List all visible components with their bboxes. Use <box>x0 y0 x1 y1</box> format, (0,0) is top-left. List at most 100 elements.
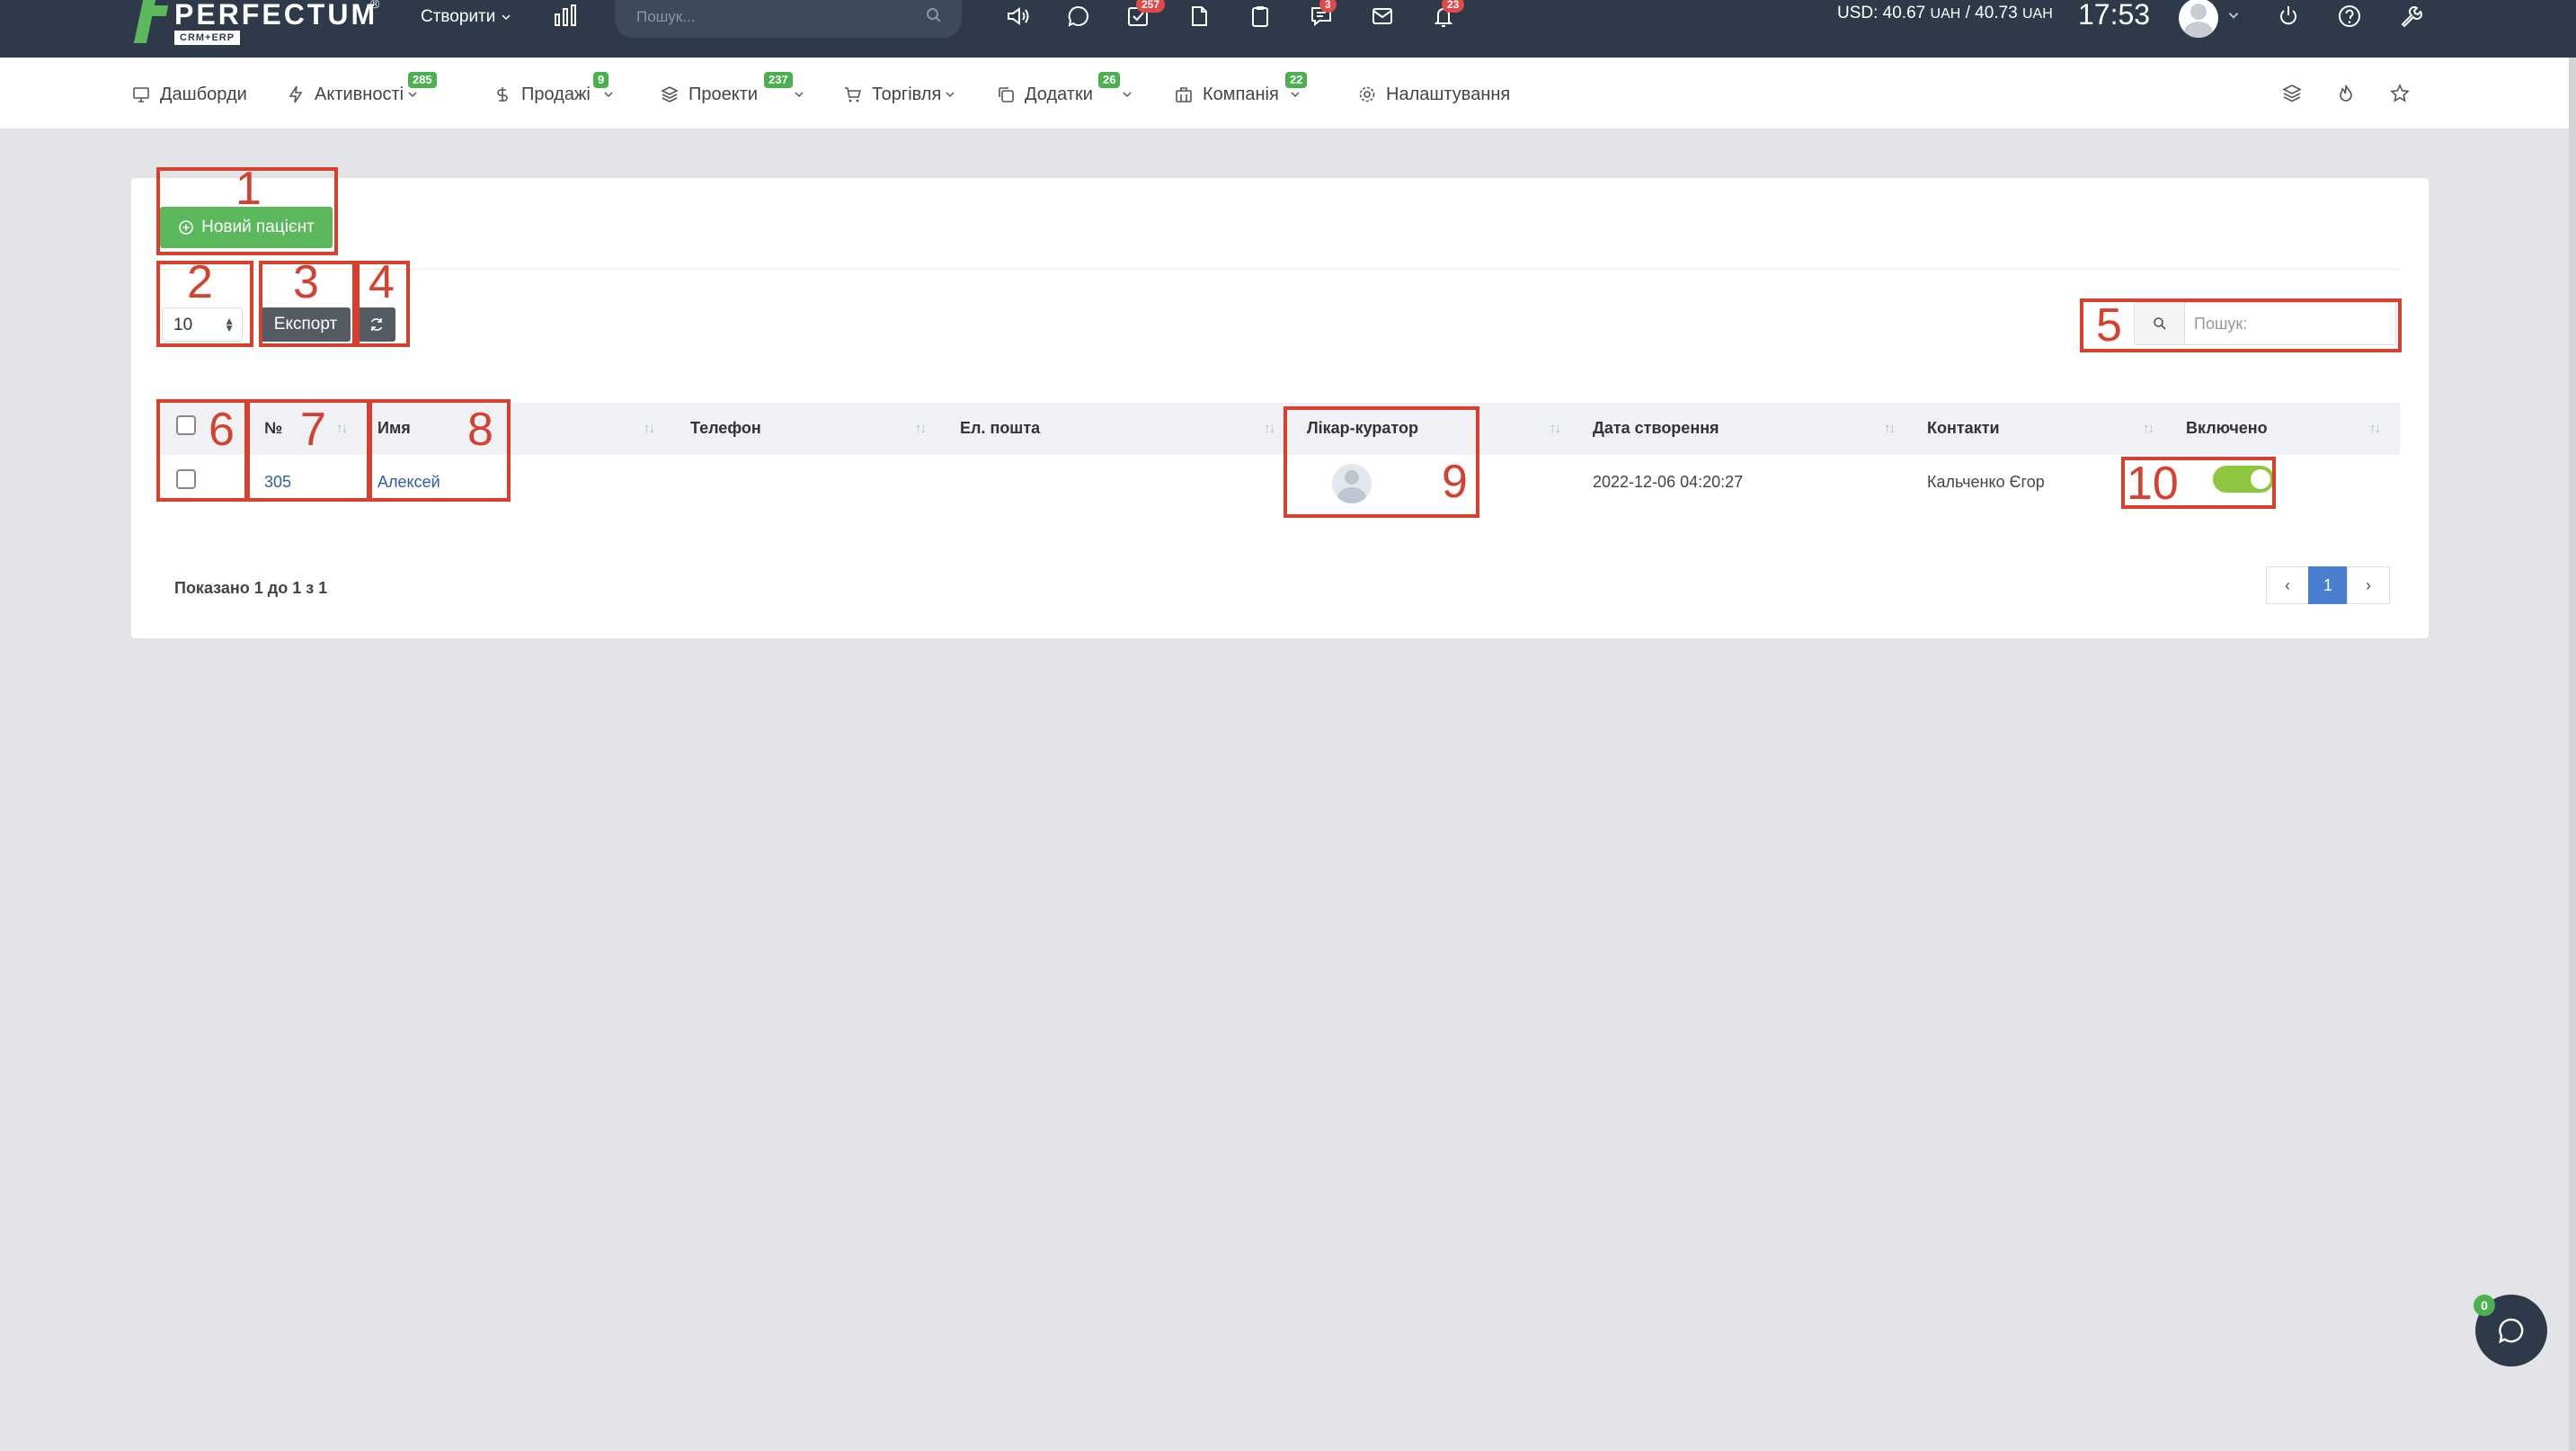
gear-icon <box>1359 86 1375 102</box>
user-avatar[interactable] <box>2179 0 2218 38</box>
table-info: Показано 1 до 1 з 1 <box>174 579 328 597</box>
annotation-number-10: 10 <box>2127 458 2179 510</box>
power-icon[interactable] <box>2274 2 2303 31</box>
stats-icon[interactable] <box>552 2 579 29</box>
rate-currency-2: UAH <box>2021 6 2053 22</box>
annotation-number-2: 2 <box>187 256 213 308</box>
nav-badge: 285 <box>408 72 437 88</box>
contact-name: Кальченко Єгор <box>1927 473 2045 491</box>
layers-icon[interactable] <box>2278 79 2306 108</box>
cart-icon <box>845 87 862 102</box>
clipboard-icon[interactable] <box>1246 2 1275 31</box>
sort-icon[interactable]: ↑↓ <box>1264 421 1275 436</box>
chevron-down-icon <box>502 14 511 21</box>
monitor-icon <box>133 87 149 102</box>
column-header-email[interactable]: Ел. пошта <box>960 419 1040 438</box>
chevron-down-icon <box>408 92 417 98</box>
bolt-icon <box>289 85 303 103</box>
nav-settings[interactable]: Налаштування <box>1357 81 1510 108</box>
created-date: 2022-12-06 04:20:27 <box>1593 473 1744 491</box>
page-scrollbar[interactable] <box>2569 58 2576 1451</box>
chevron-down-icon[interactable] <box>2227 9 2240 22</box>
divider <box>160 269 2400 270</box>
create-menu[interactable]: Створити <box>421 4 511 31</box>
nav-label: Продажі <box>521 84 591 104</box>
next-page-button[interactable]: › <box>2347 566 2390 604</box>
chat-badge: 0 <box>2474 1295 2495 1316</box>
nav-dashboards[interactable]: Дашборди <box>131 81 247 108</box>
tasks-badge: 257 <box>1136 0 1166 13</box>
annotation-box-5 <box>2080 298 2402 352</box>
document-icon[interactable] <box>1185 2 1213 31</box>
clock: 17:53 <box>2078 0 2151 31</box>
column-header-phone[interactable]: Телефон <box>690 419 761 438</box>
logo-mark-icon <box>133 0 169 45</box>
notifications-badge: 23 <box>1442 0 1465 13</box>
nav-badge: 22 <box>1285 72 1308 88</box>
nav-trade[interactable]: Торгівля <box>843 81 955 108</box>
bell-icon[interactable]: 23 <box>1429 0 1465 31</box>
chevron-down-icon <box>604 92 613 98</box>
nav-label: Торгівля <box>872 84 942 104</box>
nav-apps[interactable]: Додатки 26 <box>996 72 1133 108</box>
page-1-button[interactable]: 1 <box>2308 566 2348 604</box>
annotation-number-7: 7 <box>300 404 326 456</box>
nav-sales[interactable]: Продажі 9 <box>493 72 614 108</box>
create-label: Створити <box>421 7 496 26</box>
logo[interactable]: PERFECTUM CRM+ERP ® <box>133 0 380 47</box>
wrench-icon[interactable] <box>2396 2 2425 31</box>
annotation-number-9: 9 <box>1442 456 1468 508</box>
registered-mark: ® <box>370 0 380 11</box>
logo-subtitle: CRM+ERP <box>174 31 241 45</box>
chevron-down-icon <box>795 92 804 98</box>
messages-icon[interactable]: 3 <box>1307 0 1337 31</box>
prev-page-button[interactable]: ‹ <box>2266 566 2309 604</box>
star-icon[interactable] <box>2385 79 2414 108</box>
logo-name: PERFECTUM <box>174 0 378 31</box>
search-icon[interactable] <box>926 7 942 23</box>
announcements-icon[interactable] <box>1003 2 1032 31</box>
nav-projects[interactable]: Проекти 237 <box>660 72 804 108</box>
tasks-icon[interactable]: 257 <box>1124 0 1166 31</box>
chevron-down-icon <box>946 92 955 98</box>
nav-badge: 237 <box>764 72 793 88</box>
main-nav: Дашборди Активності 285 Продажі 9 Проект… <box>0 58 2576 129</box>
chat-bubble-icon <box>2499 1318 2524 1344</box>
building-icon <box>1176 87 1192 102</box>
column-header-contacts[interactable]: Контакти <box>1927 419 2000 438</box>
annotation-number-5: 5 <box>2096 299 2122 352</box>
currency-rate: USD: 40.67 UAH / 40.73 UAH <box>1837 4 2053 23</box>
sort-icon[interactable]: ↑↓ <box>1884 421 1896 436</box>
annotation-number-4: 4 <box>369 256 395 308</box>
sort-icon[interactable]: ↑↓ <box>2143 421 2154 436</box>
nav-label: Налаштування <box>1386 84 1511 104</box>
dollar-icon <box>497 87 508 102</box>
nav-activities[interactable]: Активності 285 <box>286 72 437 108</box>
annotation-number-1: 1 <box>235 163 262 215</box>
nav-label: Додатки <box>1025 84 1093 104</box>
global-search-input[interactable] <box>636 4 906 31</box>
annotation-number-6: 6 <box>209 404 235 456</box>
layers-icon <box>661 86 679 102</box>
annotation-number-8: 8 <box>467 404 493 456</box>
column-header-enabled[interactable]: Включено <box>2186 419 2268 438</box>
global-search[interactable] <box>615 0 962 38</box>
rate-usd: USD: 40.67 <box>1837 4 1926 22</box>
sort-icon[interactable]: ↑↓ <box>2369 421 2381 436</box>
nav-label: Проекти <box>688 84 759 104</box>
nav-company[interactable]: Компанія 22 <box>1174 72 1308 108</box>
chevron-down-icon <box>1291 92 1300 98</box>
nav-badge: 9 <box>593 72 609 88</box>
chat-icon[interactable] <box>1064 2 1093 31</box>
chevron-down-icon <box>1123 92 1132 98</box>
mail-icon[interactable] <box>1368 2 1397 31</box>
help-icon[interactable] <box>2335 2 2364 31</box>
sort-icon[interactable]: ↑↓ <box>1550 421 1561 436</box>
fire-icon[interactable] <box>2332 79 2360 108</box>
sort-icon[interactable]: ↑↓ <box>915 421 927 436</box>
column-header-created[interactable]: Дата створення <box>1593 419 1719 438</box>
sort-icon[interactable]: ↑↓ <box>644 421 655 436</box>
pagination: ‹ 1 › <box>2266 566 2390 604</box>
nav-badge: 26 <box>1098 72 1121 88</box>
top-bar: PERFECTUM CRM+ERP ® Створити 257 3 23 <box>0 0 2576 58</box>
